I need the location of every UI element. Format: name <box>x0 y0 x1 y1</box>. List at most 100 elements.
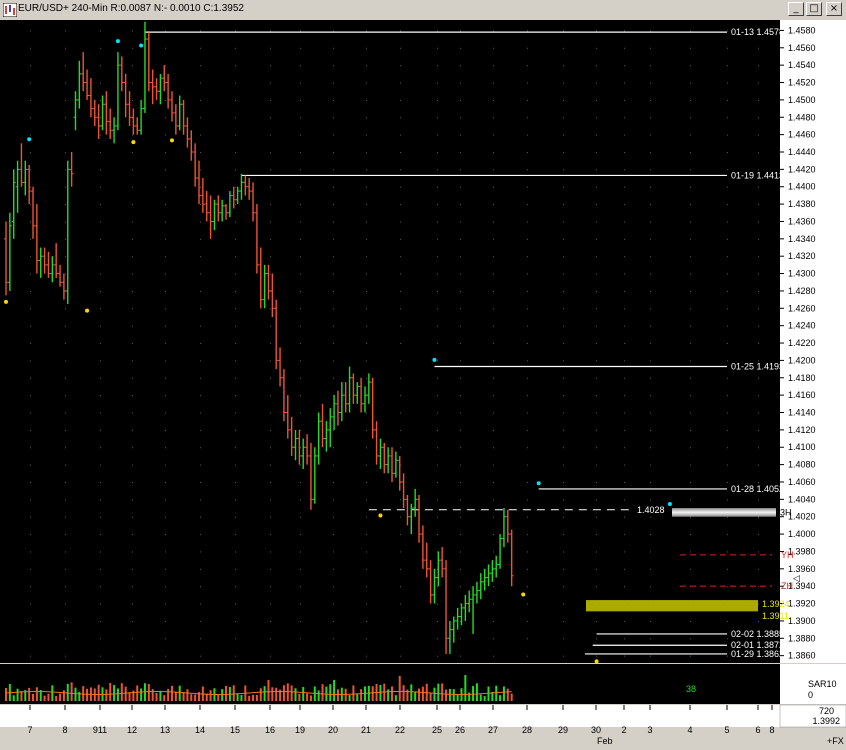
grid-dot <box>437 429 438 431</box>
grid-dot <box>400 256 401 258</box>
chart-app-icon <box>3 3 17 17</box>
grid-dot <box>758 377 759 379</box>
grid-dot <box>596 47 597 49</box>
grid-dot <box>100 238 101 240</box>
time-tick-label: 14 <box>195 725 205 735</box>
grid-dot <box>366 377 367 379</box>
grid-dot <box>400 499 401 501</box>
grid-dot <box>30 82 31 84</box>
grid-dot <box>333 82 334 84</box>
grid-dot <box>366 186 367 188</box>
grid-dot <box>270 568 271 570</box>
grid-dot <box>624 117 625 119</box>
grid-dot <box>200 395 201 397</box>
grid-dot <box>400 151 401 153</box>
grid-dot <box>563 117 564 119</box>
support-zone <box>586 600 758 612</box>
grid-dot <box>132 256 133 258</box>
price-tick-label: 1.4080 <box>788 460 816 470</box>
grid-dot <box>624 447 625 449</box>
grid-dot <box>366 82 367 84</box>
grid-dot <box>100 117 101 119</box>
minimize-button[interactable]: _ <box>788 2 804 16</box>
grid-dot <box>527 117 528 119</box>
grid-dot <box>758 603 759 605</box>
grid-dot <box>493 134 494 136</box>
grid-dot <box>437 273 438 275</box>
chart-plot-area[interactable] <box>0 20 780 663</box>
grid-dot <box>596 586 597 588</box>
grid-dot <box>235 395 236 397</box>
grid-dot <box>366 360 367 362</box>
grid-dot <box>758 395 759 397</box>
grid-dot <box>132 30 133 32</box>
grid-dot <box>235 82 236 84</box>
price-chart[interactable]: 01-13 1.4578 01-19 1.4413 01-25 1.4193 01-2… <box>0 20 846 750</box>
grid-dot <box>333 117 334 119</box>
grid-dot <box>300 395 301 397</box>
grid-dot <box>270 551 271 553</box>
grid-dot <box>333 620 334 622</box>
grid-dot <box>366 620 367 622</box>
grid-dot <box>527 655 528 657</box>
grid-dot <box>270 620 271 622</box>
grid-dot <box>165 516 166 518</box>
grid-dot <box>270 47 271 49</box>
price-tick-label: 1.4220 <box>788 338 816 348</box>
grid-dot <box>270 429 271 431</box>
grid-dot <box>437 169 438 171</box>
grid-dot <box>596 377 597 379</box>
grid-dot <box>333 325 334 327</box>
grid-dot <box>200 377 201 379</box>
grid-dot <box>270 395 271 397</box>
grid-dot <box>400 360 401 362</box>
grid-dot <box>727 30 728 32</box>
swing-high-marker <box>139 43 144 48</box>
grid-dot <box>65 412 66 414</box>
close-button[interactable]: × <box>826 2 842 16</box>
grid-dot <box>527 256 528 258</box>
grid-dot <box>30 516 31 518</box>
time-tick-label: 15 <box>230 725 240 735</box>
grid-dot <box>300 655 301 657</box>
grid-dot <box>400 638 401 640</box>
price-tick-label: 1.4540 <box>788 60 816 70</box>
maximize-button[interactable]: □ <box>806 2 822 16</box>
grid-dot <box>165 99 166 101</box>
grid-dot <box>624 464 625 466</box>
grid-dot <box>366 586 367 588</box>
grid-dot <box>596 638 597 640</box>
grid-dot <box>400 412 401 414</box>
grid-dot <box>270 82 271 84</box>
grid-dot <box>165 308 166 310</box>
grid-dot <box>400 82 401 84</box>
grid-dot <box>333 308 334 310</box>
grid-dot <box>437 603 438 605</box>
grid-dot <box>366 343 367 345</box>
grid-dot <box>400 273 401 275</box>
grid-dot <box>758 256 759 258</box>
grid-dot <box>527 186 528 188</box>
grid-dot <box>758 412 759 414</box>
grid-dot <box>235 238 236 240</box>
grid-dot <box>493 117 494 119</box>
grid-dot <box>235 534 236 536</box>
grid-dot <box>30 204 31 206</box>
grid-dot <box>270 169 271 171</box>
grid-dot <box>596 655 597 657</box>
sar-indicator-label: SAR10 <box>808 679 837 689</box>
grid-dot <box>65 377 66 379</box>
grid-dot <box>527 134 528 136</box>
grid-dot <box>100 412 101 414</box>
grid-dot <box>727 82 728 84</box>
grid-dot <box>65 429 66 431</box>
grid-dot <box>437 360 438 362</box>
grid-dot <box>165 534 166 536</box>
grid-dot <box>165 151 166 153</box>
grid-dot <box>366 603 367 605</box>
grid-dot <box>200 481 201 483</box>
grid-dot <box>200 516 201 518</box>
time-tick-label: 8 <box>769 725 774 735</box>
sar-value-label: 38 <box>686 684 696 694</box>
grid-dot <box>200 256 201 258</box>
